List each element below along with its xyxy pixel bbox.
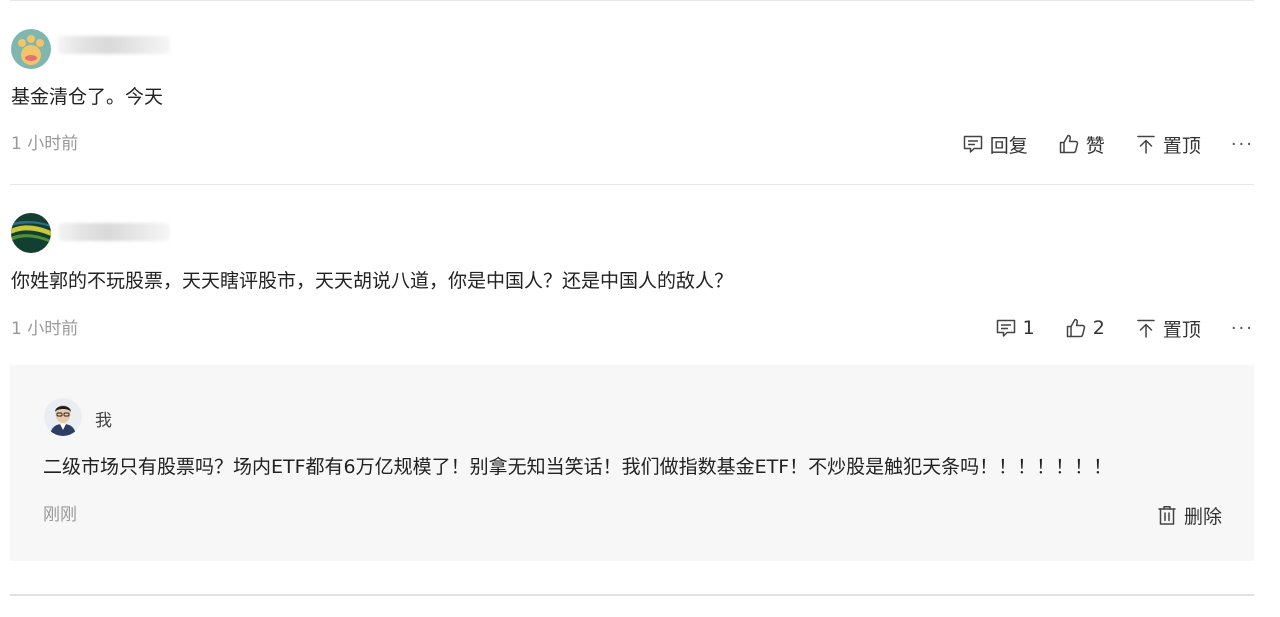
more-button[interactable]: ···: [1231, 134, 1254, 155]
my-username[interactable]: 我: [95, 406, 112, 431]
like-button[interactable]: 2: [1065, 317, 1105, 339]
reply-button[interactable]: 1: [995, 317, 1035, 339]
blurred-username: [58, 36, 170, 54]
reply-count: 1: [1022, 317, 1035, 339]
comment-actions: 回复 赞 置顶 ···: [962, 129, 1254, 159]
user-avatar[interactable]: [11, 213, 51, 253]
reply-thread: 我 二级市场只有股票吗？场内ETF都有6万亿规模了！别拿无知当笑话！我们做指数基…: [10, 365, 1254, 561]
reply-button[interactable]: 回复: [962, 131, 1028, 158]
comment-text: 基金清仓了。今天: [11, 86, 164, 108]
delete-button[interactable]: 删除: [1156, 502, 1222, 529]
like-label: 赞: [1085, 134, 1105, 157]
reply-time: 刚刚: [43, 505, 77, 525]
thumbs-up-icon: [1065, 317, 1087, 339]
bottom-divider: [10, 594, 1254, 596]
my-avatar[interactable]: [44, 398, 82, 436]
top-divider: [10, 0, 1254, 1]
comment-text: 你姓郭的不玩股票，天天瞎评股市，天天胡说八道，你是中国人？还是中国人的敌人？: [11, 270, 734, 292]
like-button[interactable]: 赞: [1058, 131, 1105, 158]
user-avatar[interactable]: [11, 29, 51, 69]
thumbs-up-icon: [1058, 133, 1080, 155]
pin-label: 置顶: [1162, 134, 1201, 157]
pin-button[interactable]: 置顶: [1135, 315, 1201, 342]
like-count: 2: [1092, 317, 1105, 339]
reply-text: 二级市场只有股票吗？场内ETF都有6万亿规模了！别拿无知当笑话！我们做指数基金E…: [43, 456, 1113, 478]
comment-bubble-icon: [962, 133, 984, 155]
comment-time: 1 小时前: [11, 319, 79, 339]
pin-label: 置顶: [1162, 318, 1201, 341]
comment-time: 1 小时前: [11, 134, 79, 154]
reply-actions: 删除: [1156, 500, 1222, 530]
trash-icon: [1156, 504, 1178, 526]
reply-label: 回复: [989, 134, 1028, 157]
pin-to-top-icon: [1135, 133, 1157, 155]
comment-divider: [10, 184, 1254, 185]
blurred-username: [58, 223, 170, 241]
delete-label: 删除: [1183, 505, 1222, 528]
comment-bubble-icon: [995, 317, 1017, 339]
pin-button[interactable]: 置顶: [1135, 131, 1201, 158]
pin-to-top-icon: [1135, 317, 1157, 339]
more-button[interactable]: ···: [1231, 318, 1254, 339]
comment-actions: 1 2 置顶 ···: [995, 313, 1254, 343]
